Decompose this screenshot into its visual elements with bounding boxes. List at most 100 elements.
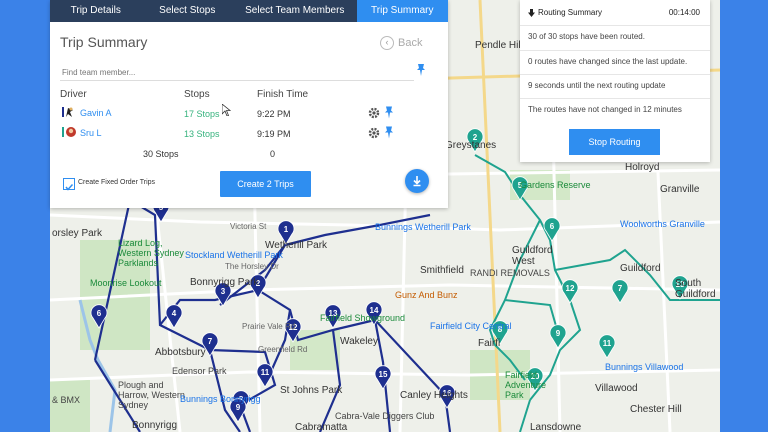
tab-select-team-members[interactable]: Select Team Members	[233, 0, 357, 22]
map-label: Guildford West	[512, 245, 553, 267]
map-label: Bonnyrigg	[132, 420, 178, 431]
trip-summary-panel: Trip Details Select Stops Select Team Me…	[50, 0, 449, 208]
street-label: Victoria St	[230, 222, 267, 231]
map-label: Holroyd	[625, 162, 660, 173]
gear-icon[interactable]	[368, 127, 380, 139]
divider	[520, 50, 710, 51]
map-label: Abbotsbury	[155, 347, 206, 358]
map-marker[interactable]: 7	[611, 279, 629, 304]
wizard-tabs: Trip Details Select Stops Select Team Me…	[50, 0, 449, 22]
map-marker[interactable]: 15	[374, 365, 392, 390]
driver-name[interactable]: Sru L	[80, 128, 102, 138]
divider	[520, 25, 710, 26]
map-label: Fairfield Adventure Park	[505, 370, 547, 400]
map-label: Canley Heights	[400, 390, 468, 401]
map-label: Gardens Reserve	[520, 180, 591, 190]
map-label: Granville	[660, 184, 700, 195]
divider	[520, 74, 710, 75]
pin-icon[interactable]	[416, 64, 426, 76]
pin-icon[interactable]	[384, 106, 394, 119]
download-icon	[413, 176, 421, 187]
driver-avatar	[62, 107, 73, 117]
download-button[interactable]	[405, 169, 429, 193]
map-label: Bunnings Bonnyrigg	[180, 394, 261, 404]
mouse-cursor-icon	[222, 104, 231, 116]
create-trips-button[interactable]: Create 2 Trips	[220, 171, 311, 197]
stop-routing-button[interactable]: Stop Routing	[569, 129, 660, 155]
marker-number: 3	[221, 287, 226, 296]
street-label: The Horsley Dr	[225, 262, 279, 271]
marker-number: 1	[284, 225, 289, 234]
fixed-order-label: Create Fixed Order Trips	[78, 179, 156, 186]
marker-number: 15	[379, 370, 388, 379]
map-label: Chester Hill	[630, 404, 682, 415]
marker-number: 12	[566, 284, 575, 293]
driver-stops[interactable]: 13 Stops	[184, 129, 220, 139]
routing-status-line: 30 of 30 stops have been routed.	[528, 32, 645, 41]
map-label: Moonrise Lookout	[90, 278, 162, 288]
map-label: Bonnyrigg Park	[190, 277, 259, 288]
map-label: Woolworths Granville	[620, 219, 705, 229]
map-label: Edensor Park	[172, 366, 227, 376]
marker-number: 11	[603, 339, 612, 348]
marker-number: 6	[97, 309, 102, 318]
driver-finish-time: 9:22 PM	[257, 109, 291, 119]
marker-number: 9	[236, 403, 241, 412]
map-label: Stockland Wetherill Park	[185, 250, 283, 260]
map-label: Plough and Harrow, Western Sydney	[118, 380, 185, 410]
map-label: South Guildford	[675, 278, 716, 300]
map-label: Smithfield	[420, 265, 464, 276]
routing-status-line: 0 routes have changed since the last upd…	[528, 57, 688, 66]
pin-icon[interactable]	[384, 126, 394, 139]
driver-stops[interactable]: 17 Stops	[184, 109, 220, 119]
tab-trip-summary[interactable]: Trip Summary	[356, 0, 449, 22]
map-marker[interactable]: 6	[543, 217, 561, 242]
map-label: Guildford	[620, 263, 661, 274]
divider	[520, 98, 710, 99]
map-label: Pendle Hill	[475, 40, 523, 51]
marker-number: 7	[618, 284, 623, 293]
routing-summary-panel: Routing Summary 00:14:00 30 of 30 stops …	[520, 0, 710, 162]
find-team-member-input[interactable]	[60, 64, 414, 81]
routing-status-line: 9 seconds until the next routing update	[528, 81, 666, 90]
column-stops: Stops	[184, 89, 210, 100]
marker-number: 7	[208, 337, 213, 346]
marker-number: 11	[261, 368, 270, 377]
chevron-left-icon: ‹	[380, 36, 394, 50]
map-label: Villawood	[595, 383, 638, 394]
column-finish-time: Finish Time	[257, 89, 309, 100]
map-label: Bunnings Villawood	[605, 362, 684, 372]
column-driver: Driver	[60, 89, 87, 100]
page-title: Trip Summary	[60, 34, 148, 50]
street-label: Prairie Vale Rd	[242, 322, 296, 331]
map-label: & BMX	[52, 395, 81, 405]
driver-avatar	[62, 127, 76, 137]
map-label: orsley Park	[52, 228, 103, 239]
routing-status-line: The routes have not changed in 12 minute…	[528, 105, 682, 114]
tab-trip-details[interactable]: Trip Details	[50, 0, 142, 22]
routing-summary-header: Routing Summary	[528, 8, 602, 17]
map-label: Wakeley	[340, 336, 378, 347]
routing-timer: 00:14:00	[668, 8, 700, 17]
map-label: Fairfield Showground	[320, 313, 406, 323]
map-marker[interactable]: 9	[549, 324, 567, 349]
map-marker[interactable]: 12	[561, 279, 579, 304]
map-marker[interactable]: 11	[598, 334, 616, 359]
total-stops: 30 Stops	[143, 149, 179, 159]
back-button[interactable]: ‹ Back	[380, 36, 422, 50]
map-label: Cabramatta	[295, 422, 348, 432]
driver-finish-time: 9:19 PM	[257, 129, 291, 139]
map-label: Greystanes	[445, 140, 497, 151]
arrow-down-icon	[528, 8, 535, 17]
map-label: Cabra-Vale Diggers Club	[335, 411, 435, 421]
street-label: Greenfield Rd	[258, 345, 308, 354]
gear-icon[interactable]	[368, 107, 380, 119]
total-finish: 0	[270, 149, 276, 159]
map-label: Gunz And Bunz	[395, 290, 458, 300]
fixed-order-checkbox[interactable]	[63, 178, 75, 191]
check-icon	[65, 183, 74, 191]
driver-name[interactable]: Gavin A	[80, 108, 112, 118]
tab-select-stops[interactable]: Select Stops	[142, 0, 234, 22]
marker-number: 6	[550, 222, 555, 231]
routing-summary-title: Routing Summary	[538, 8, 603, 17]
